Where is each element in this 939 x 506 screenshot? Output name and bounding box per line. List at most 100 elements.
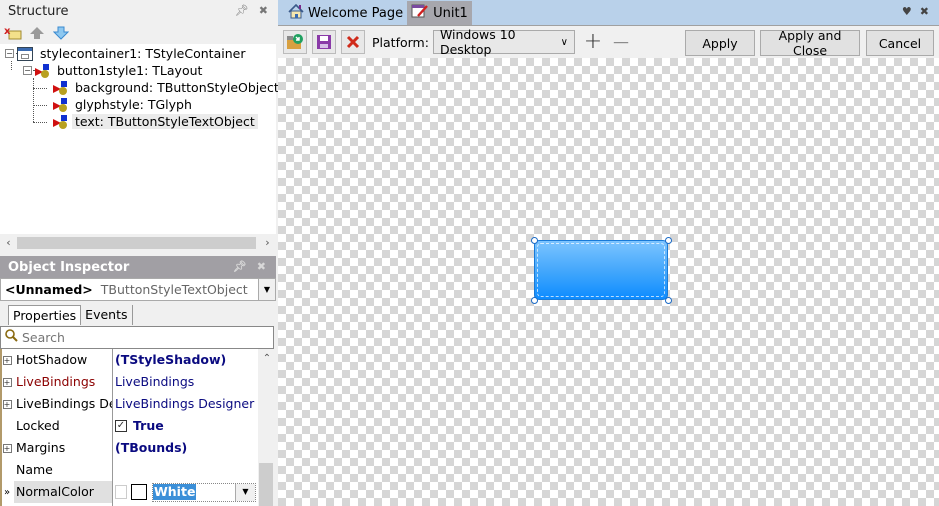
expand-icon[interactable]: + bbox=[2, 399, 12, 409]
zoom-out-button[interactable]: — bbox=[611, 32, 631, 52]
checkbox-label: True bbox=[133, 418, 164, 433]
property-row[interactable]: + Margins (TBounds) bbox=[0, 437, 258, 459]
property-value[interactable]: (TBounds) bbox=[113, 437, 258, 459]
property-value[interactable] bbox=[113, 459, 258, 481]
collapse-icon[interactable]: − bbox=[23, 66, 32, 75]
tab-list-icon[interactable]: ♥︎ bbox=[902, 5, 912, 18]
property-row[interactable]: Name bbox=[0, 459, 258, 481]
apply-button[interactable]: Apply bbox=[685, 30, 755, 56]
zoom-in-button[interactable]: + bbox=[583, 31, 603, 53]
checkbox[interactable]: ✓ bbox=[115, 420, 127, 432]
collapse-icon[interactable]: − bbox=[5, 49, 14, 58]
object-type: TButtonStyleTextObject bbox=[100, 282, 248, 297]
object-selector[interactable]: <Unnamed> TButtonStyleTextObject ▼ bbox=[0, 278, 276, 301]
design-canvas[interactable] bbox=[278, 58, 939, 506]
tab-properties[interactable]: Properties bbox=[8, 305, 82, 325]
platform-select[interactable]: Windows 10 Desktop ∨ bbox=[432, 27, 575, 57]
tree-node[interactable]: − stylecontainer1: TStyleContainer bbox=[5, 45, 248, 62]
cancel-button[interactable]: Cancel bbox=[866, 30, 934, 56]
color-value[interactable]: White bbox=[153, 484, 197, 500]
scrollbar-thumb[interactable] bbox=[259, 463, 273, 506]
pin-icon[interactable]: 📌︎ bbox=[235, 4, 249, 17]
pin-icon[interactable]: 📌︎ bbox=[233, 260, 247, 273]
close-icon[interactable]: ✖ bbox=[920, 5, 929, 18]
save-style-button[interactable] bbox=[312, 30, 336, 54]
apply-and-close-button[interactable]: Apply and Close bbox=[760, 28, 860, 58]
structure-panel-header: Structure 📌︎ ✖ bbox=[0, 0, 278, 22]
structure-title: Structure bbox=[8, 3, 69, 19]
property-row[interactable]: + LiveBindings Designer LiveBindings Des… bbox=[0, 393, 258, 415]
tree-node[interactable]: glyphstyle: TGlyph bbox=[53, 96, 195, 113]
chevron-down-icon: ∨ bbox=[560, 36, 568, 48]
property-search[interactable] bbox=[0, 326, 274, 349]
tab-label: Welcome Page bbox=[308, 5, 404, 21]
dropdown-arrow-icon[interactable]: ▼ bbox=[258, 279, 275, 300]
tree-node-label: background: TButtonStyleObject bbox=[75, 80, 279, 95]
move-down-icon[interactable] bbox=[52, 24, 70, 42]
tree-node-label: button1style1: TLayout bbox=[57, 63, 203, 78]
form-icon bbox=[17, 46, 33, 61]
component-icon bbox=[53, 97, 69, 112]
expand-icon[interactable]: + bbox=[2, 355, 12, 365]
close-icon[interactable]: ✖ bbox=[257, 260, 266, 273]
tab-events[interactable]: Events bbox=[81, 305, 133, 325]
property-row[interactable]: + LiveBindings LiveBindings bbox=[0, 371, 258, 393]
property-value[interactable]: LiveBindings Designer bbox=[113, 393, 258, 415]
animate-icon[interactable] bbox=[115, 485, 127, 499]
property-name: Name bbox=[16, 462, 53, 477]
tree-node-selected[interactable]: text: TButtonStyleTextObject bbox=[53, 113, 258, 130]
property-value[interactable]: (TStyleShadow) bbox=[113, 349, 258, 371]
style-designer-toolbar: Platform: Windows 10 Desktop ∨ + — Apply… bbox=[278, 25, 939, 58]
property-name: Margins bbox=[16, 440, 66, 455]
color-input[interactable]: White ▼ bbox=[152, 482, 256, 502]
close-icon[interactable]: ✖ bbox=[259, 4, 268, 17]
tree-node-label: text: TButtonStyleTextObject bbox=[72, 114, 258, 129]
tree-node[interactable]: background: TButtonStyleObject bbox=[53, 79, 282, 96]
tab-welcome-page[interactable]: Welcome Page bbox=[284, 1, 407, 25]
resize-handle-top-left[interactable] bbox=[531, 237, 538, 244]
object-name: <Unnamed> bbox=[5, 282, 93, 297]
scroll-up-icon[interactable]: ⌃ bbox=[258, 349, 276, 369]
property-value[interactable]: ✓ True bbox=[113, 415, 258, 437]
property-row-selected[interactable]: » NormalColor White ▼ bbox=[0, 481, 258, 503]
dropdown-arrow-icon[interactable]: ▼ bbox=[235, 483, 255, 501]
tab-unit1[interactable]: Unit1 bbox=[407, 1, 472, 25]
component-icon bbox=[53, 114, 69, 129]
load-style-button[interactable] bbox=[283, 30, 307, 54]
property-row[interactable]: + HotShadow (TStyleShadow) bbox=[0, 349, 258, 371]
property-name: LiveBindings bbox=[16, 374, 96, 389]
scroll-left-icon[interactable]: ‹ bbox=[0, 236, 17, 249]
structure-horizontal-scrollbar[interactable]: ‹ › bbox=[0, 234, 276, 251]
search-input[interactable] bbox=[22, 330, 262, 345]
color-swatch[interactable] bbox=[131, 484, 147, 500]
delete-style-button[interactable] bbox=[341, 30, 365, 54]
scroll-right-icon[interactable]: › bbox=[259, 236, 276, 249]
object-inspector-header: Object Inspector 📌︎ ✖ bbox=[0, 256, 276, 278]
color-editor[interactable]: White ▼ bbox=[113, 481, 258, 503]
scrollbar-thumb[interactable] bbox=[17, 236, 256, 249]
property-row[interactable]: Locked ✓ True bbox=[0, 415, 258, 437]
button-style-preview[interactable] bbox=[534, 240, 668, 300]
property-value[interactable]: LiveBindings bbox=[113, 371, 258, 393]
delete-icon[interactable]: x bbox=[4, 24, 22, 42]
object-inspector-title: Object Inspector bbox=[8, 259, 130, 275]
selection-outline bbox=[537, 243, 665, 297]
platform-label: Platform: bbox=[372, 34, 429, 50]
resize-handle-top-right[interactable] bbox=[665, 237, 672, 244]
move-up-icon[interactable] bbox=[28, 24, 46, 42]
tree-node-label: glyphstyle: TGlyph bbox=[75, 97, 192, 112]
property-name: LiveBindings Designer bbox=[16, 396, 112, 411]
current-row-icon: » bbox=[3, 486, 11, 498]
tree-node[interactable]: − button1style1: TLayout bbox=[23, 62, 205, 79]
property-grid-scrollbar[interactable]: ⌃ bbox=[258, 349, 276, 506]
expand-icon[interactable]: + bbox=[2, 377, 12, 387]
resize-handle-bottom-left[interactable] bbox=[531, 297, 538, 304]
expand-icon[interactable]: + bbox=[2, 443, 12, 453]
svg-text:x: x bbox=[4, 26, 11, 37]
structure-tree[interactable]: − stylecontainer1: TStyleContainer − but… bbox=[0, 44, 279, 234]
form-edit-icon bbox=[411, 3, 429, 23]
tree-node-label: stylecontainer1: TStyleContainer bbox=[40, 46, 246, 61]
property-grid: + HotShadow (TStyleShadow) + LiveBinding… bbox=[0, 349, 258, 506]
designer-area: Welcome Page Unit1 ♥︎ ✖ Platform: Window… bbox=[278, 0, 939, 506]
resize-handle-bottom-right[interactable] bbox=[665, 297, 672, 304]
